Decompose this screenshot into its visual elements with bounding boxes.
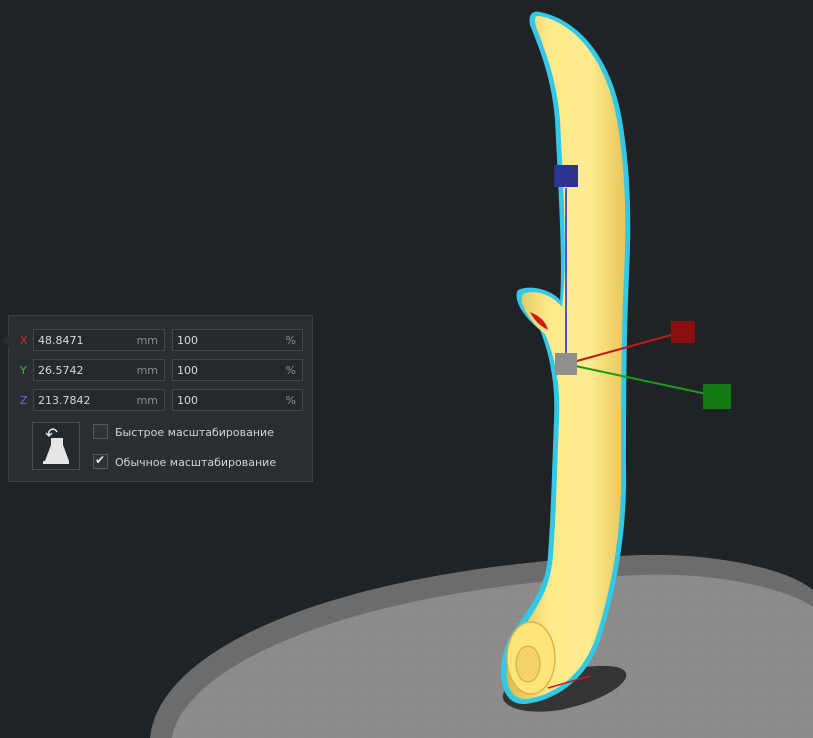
z-mm-value: 213.7842 bbox=[38, 394, 91, 407]
x-percent-value: 100 bbox=[177, 334, 198, 347]
x-mm-value: 48.8471 bbox=[38, 334, 84, 347]
y-axis-label: Y bbox=[20, 364, 27, 377]
y-percent-value: 100 bbox=[177, 364, 198, 377]
uniform-scaling-icon bbox=[43, 428, 69, 464]
z-percent-input[interactable]: 100 % bbox=[172, 389, 303, 411]
z-row: Z 213.7842 mm 100 % bbox=[9, 389, 312, 413]
x-mm-input[interactable]: 48.8471 mm bbox=[33, 329, 165, 351]
normal-scaling-checkbox[interactable]: ✔ bbox=[93, 453, 108, 469]
y-mm-input[interactable]: 26.5742 mm bbox=[33, 359, 165, 381]
z-percent-unit: % bbox=[285, 394, 296, 407]
x-axis-label: X bbox=[20, 334, 28, 347]
fast-scaling-checkbox[interactable] bbox=[93, 424, 108, 439]
uniform-scaling-button[interactable] bbox=[32, 422, 80, 470]
x-row: X 48.8471 mm 100 % bbox=[9, 329, 312, 353]
z-axis-label: Z bbox=[20, 394, 28, 407]
x-scale-handle[interactable] bbox=[671, 321, 695, 343]
z-mm-unit: mm bbox=[136, 394, 158, 407]
x-percent-unit: % bbox=[285, 334, 296, 347]
normal-scaling-label: Обычное масштабирование bbox=[115, 456, 277, 469]
y-scale-handle[interactable] bbox=[703, 384, 731, 409]
y-mm-unit: mm bbox=[136, 364, 158, 377]
z-scale-handle[interactable] bbox=[554, 165, 578, 187]
build-plate bbox=[150, 554, 813, 738]
x-percent-input[interactable]: 100 % bbox=[172, 329, 303, 351]
scale-tool-panel: X 48.8471 mm 100 % Y 26.5742 mm 100 % Z … bbox=[2, 315, 313, 482]
z-percent-value: 100 bbox=[177, 394, 198, 407]
z-mm-input[interactable]: 213.7842 mm bbox=[33, 389, 165, 411]
x-mm-unit: mm bbox=[136, 334, 158, 347]
checkmark-icon: ✔ bbox=[95, 453, 106, 467]
y-row: Y 26.5742 mm 100 % bbox=[9, 359, 312, 383]
y-mm-value: 26.5742 bbox=[38, 364, 84, 377]
panel-pointer bbox=[2, 335, 9, 347]
y-percent-unit: % bbox=[285, 364, 296, 377]
center-scale-handle[interactable] bbox=[555, 353, 577, 375]
y-percent-input[interactable]: 100 % bbox=[172, 359, 303, 381]
fast-scaling-label: Быстрое масштабирование bbox=[115, 426, 274, 439]
